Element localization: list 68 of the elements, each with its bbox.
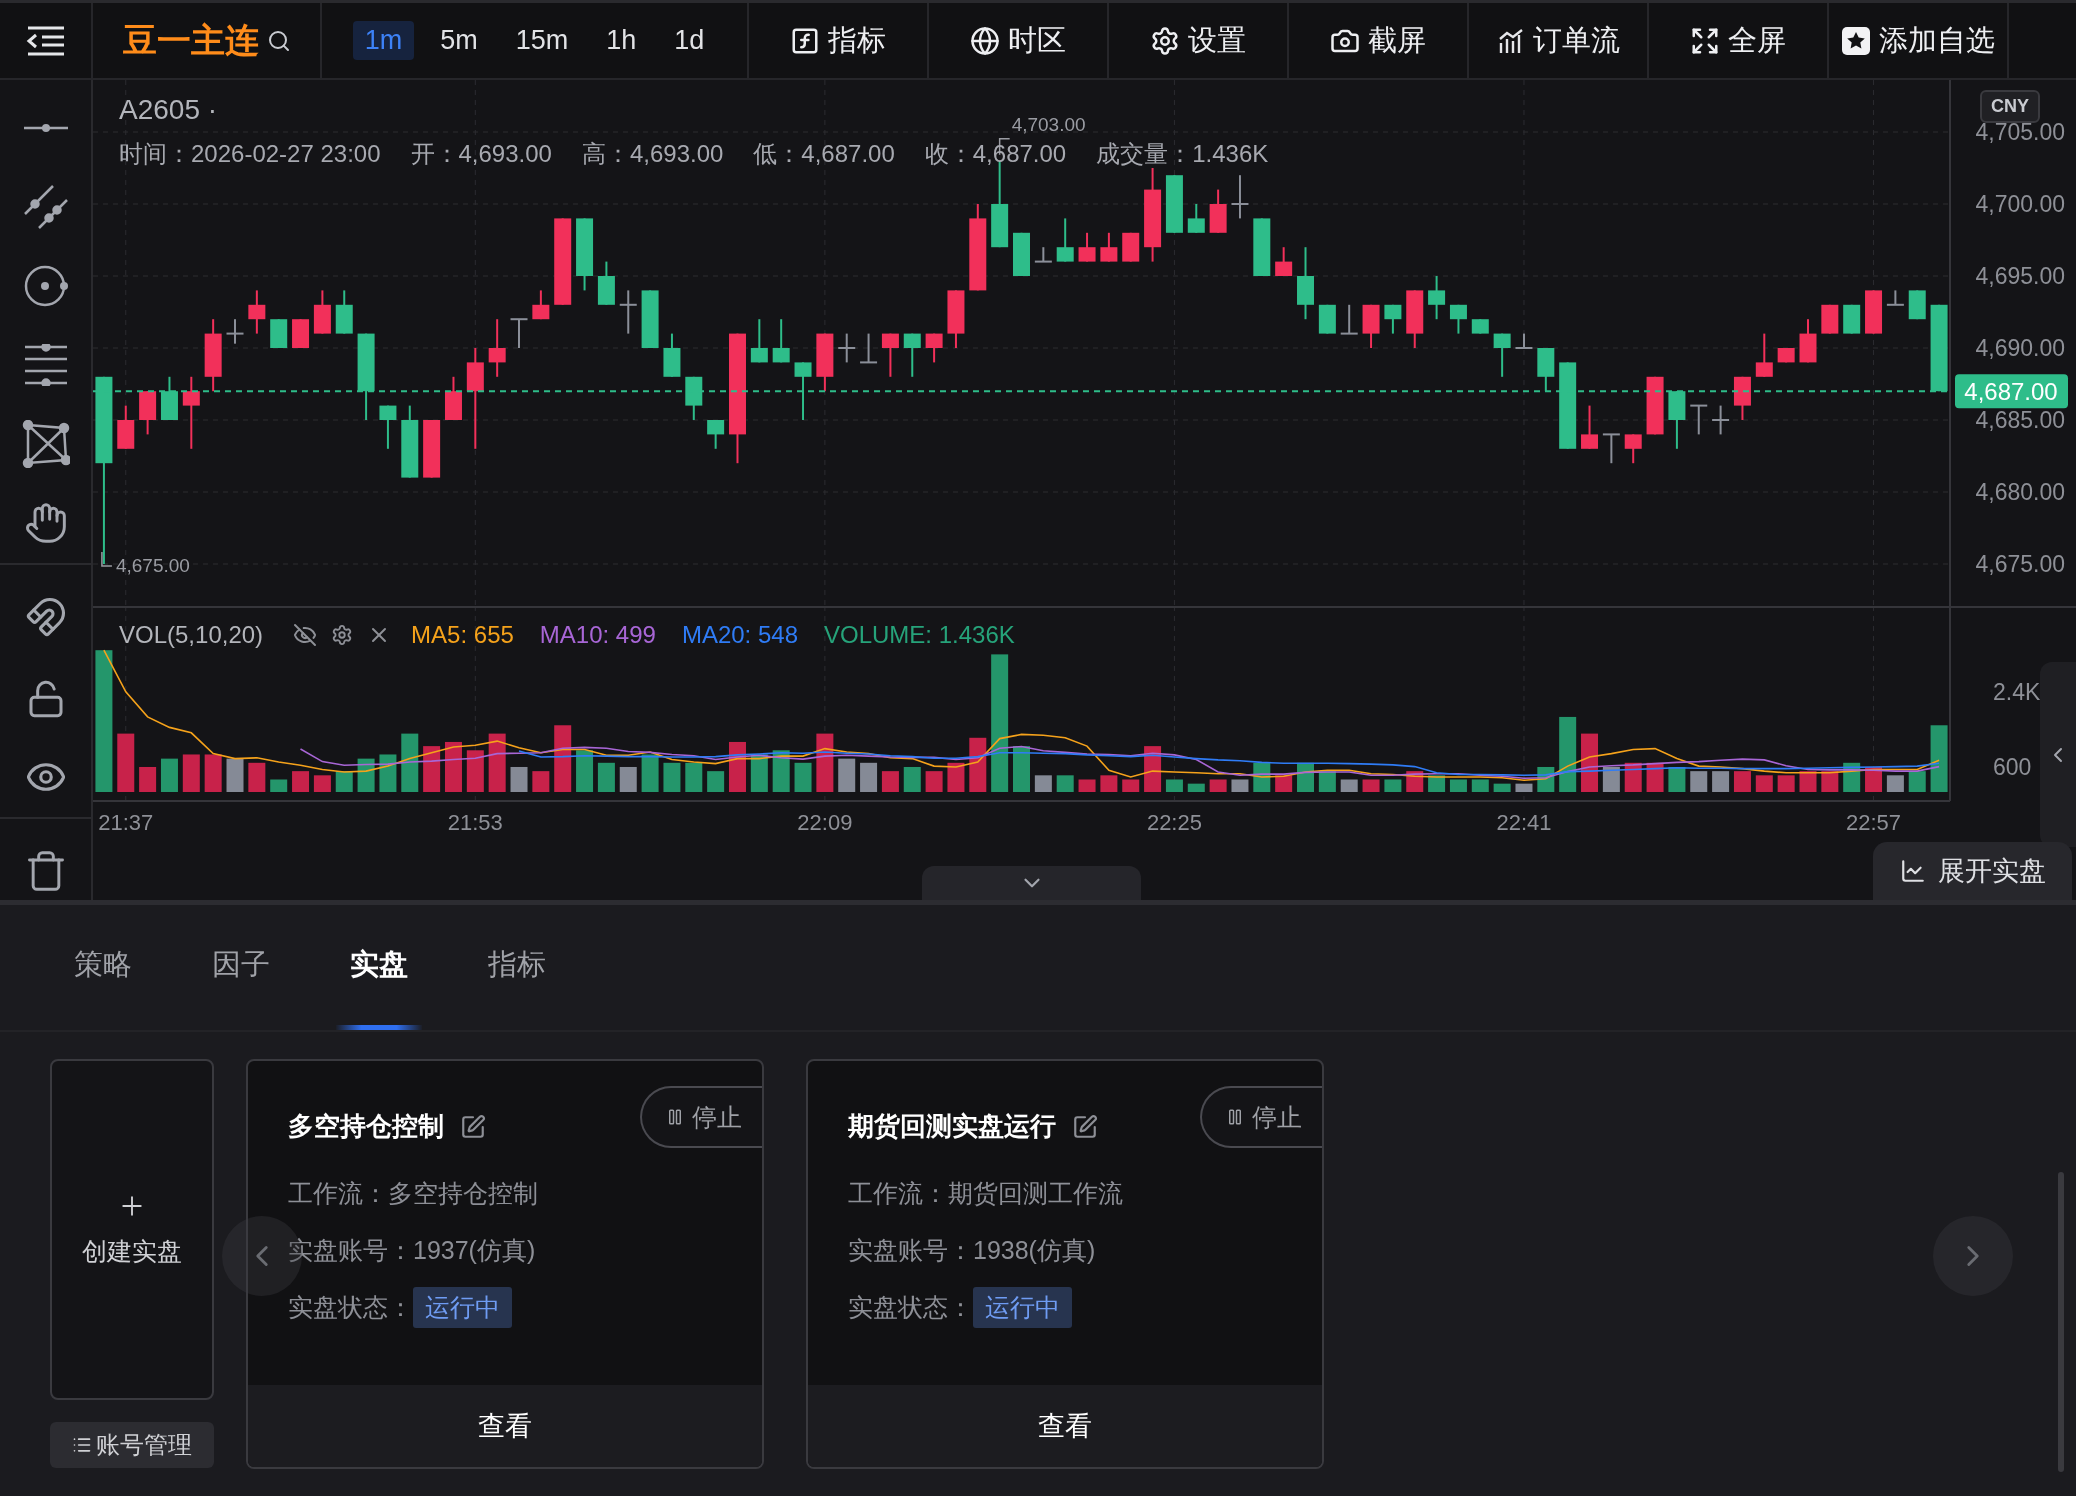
interval-tab[interactable]: 1d — [662, 21, 717, 60]
status-tag: 运行中 — [973, 1286, 1072, 1328]
view-button[interactable]: 查看 — [248, 1385, 762, 1467]
toolbar-button[interactable]: 时区 — [929, 3, 1109, 78]
panel-tab[interactable]: 策略 — [60, 905, 146, 1030]
ohlc-info: 收：4,687.00 — [924, 139, 1067, 169]
legend-value: MA20: 548 — [681, 621, 798, 649]
card-title: 多空持仓控制 — [288, 1110, 444, 1143]
view-button[interactable]: 查看 — [808, 1385, 1322, 1467]
field-label: 实盘状态： — [848, 1291, 973, 1323]
toolbar-button[interactable]: 设置 — [1109, 3, 1289, 78]
axis-label: 22:41 — [1496, 810, 1552, 835]
ohlc-info: 低：4,687.00 — [753, 139, 895, 169]
axis-label: 22:57 — [1846, 810, 1902, 835]
ohlc-info: 开：4,693.00 — [410, 139, 552, 169]
toolbar-button[interactable]: 订单流 — [1469, 3, 1649, 78]
ohlc-info: 成交量：1.436K — [1096, 139, 1269, 169]
legend-value: MA5: 655 — [411, 621, 514, 649]
field-label: 实盘账号： — [848, 1234, 973, 1266]
low-price-label: 4,675.00 — [101, 551, 190, 576]
status-tag: 运行中 — [413, 1286, 512, 1328]
ohlc-info: 高：4,693.00 — [581, 139, 724, 169]
interval-tab[interactable]: 15m — [503, 21, 581, 60]
field-label: 工作流： — [288, 1177, 388, 1209]
interval-tab[interactable]: 1h — [594, 21, 649, 60]
ohlc-info: 时间：2026-02-27 23:00 — [119, 139, 381, 169]
panel-tab[interactable]: 实盘 — [336, 905, 422, 1030]
price-tag: 4,687.00 — [1955, 374, 2068, 409]
toolbar-button[interactable]: 全屏 — [1649, 3, 1829, 78]
axis-label: 22:25 — [1146, 810, 1202, 835]
field-label: 实盘账号： — [288, 1234, 413, 1266]
interval-tab[interactable]: 5m — [428, 21, 490, 60]
chart-title: A2605 · — [119, 94, 218, 126]
axis-label: 4,675.00 — [1975, 551, 2065, 577]
axis-label: 600 — [1993, 754, 2032, 780]
stop-button[interactable]: 停止 — [640, 1086, 762, 1148]
axis-label: 22:09 — [797, 810, 853, 835]
create-card[interactable]: 创建实盘 — [50, 1059, 214, 1400]
toolbar-button[interactable]: 截屏 — [1289, 3, 1469, 78]
field-label: 工作流： — [848, 1177, 948, 1209]
stop-button[interactable]: 停止 — [1200, 1086, 1322, 1148]
legend-value: MA10: 499 — [539, 621, 656, 649]
currency-badge: CNY — [1980, 90, 2040, 123]
legend-value: VOLUME: 1.436K — [824, 621, 1015, 649]
card-title: 期货回测实盘运行 — [848, 1110, 1056, 1143]
symbol-name[interactable]: 豆一主连 — [122, 17, 259, 64]
axis-label: 4,690.00 — [1975, 335, 2065, 361]
axis-label: 21:37 — [98, 810, 154, 835]
toolbar-button[interactable]: 指标 — [749, 3, 929, 78]
ref-line-label: 4,687.00 — [1964, 378, 2058, 406]
panel-tab[interactable]: 因子 — [198, 905, 284, 1030]
axis-label: 4,695.00 — [1975, 263, 2065, 289]
expand-button[interactable]: 展开实盘 — [1873, 842, 2072, 900]
axis-label: 21:53 — [447, 810, 503, 835]
toolbar-button[interactable]: 添加自选 — [1829, 3, 2009, 78]
field-value: 多空持仓控制 — [388, 1177, 538, 1209]
field-value: 1937(仿真) — [413, 1234, 536, 1266]
account-button[interactable]: 账号管理 — [50, 1422, 214, 1468]
panel-tab[interactable]: 指标 — [474, 905, 560, 1030]
axis-label: 2.4K — [1993, 678, 2041, 705]
field-value: 期货回测工作流 — [948, 1177, 1123, 1209]
indicator-title: VOL(5,10,20) — [119, 621, 264, 649]
interval-tab[interactable]: 1m — [352, 21, 415, 60]
field-value: 1938(仿真) — [973, 1234, 1096, 1266]
field-label: 实盘状态： — [288, 1291, 413, 1323]
axis-label: 4,700.00 — [1975, 191, 2065, 217]
axis-label: 4,685.00 — [1975, 407, 2065, 433]
axis-label: 4,680.00 — [1975, 479, 2065, 505]
